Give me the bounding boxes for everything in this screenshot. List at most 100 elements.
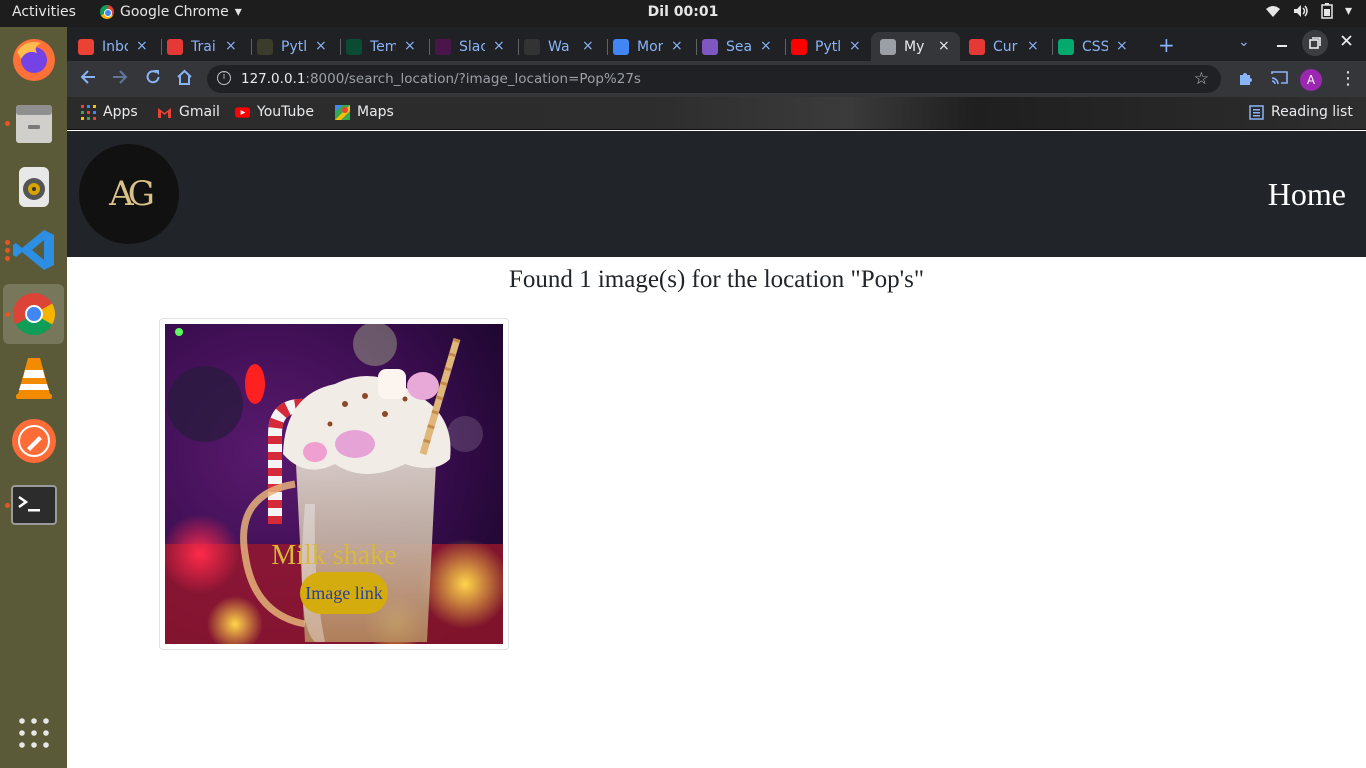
bookmark-star-icon[interactable]: ☆	[1194, 69, 1209, 89]
python-icon	[257, 38, 273, 55]
bookmark-label: Gmail	[179, 104, 220, 120]
django-icon	[346, 38, 362, 55]
running-indicator	[5, 312, 10, 317]
dock-rhythmbox[interactable]	[3, 157, 64, 217]
browser-tab[interactable]: Sea ×	[702, 32, 782, 61]
web-page: AG Home Found 1 image(s) for the locatio…	[67, 131, 1366, 768]
bookmark-label: Apps	[103, 104, 138, 120]
vlc-icon	[15, 358, 52, 399]
chevron-down-icon: ▾	[1344, 3, 1352, 19]
dock-vscode[interactable]	[3, 220, 64, 280]
cast-icon	[1271, 71, 1288, 85]
tab-title: My	[904, 38, 925, 55]
browser-tab[interactable]: Mon ×	[613, 32, 693, 61]
browser-menu-button[interactable]: ⋮	[1339, 68, 1357, 89]
dock-vlc[interactable]	[3, 347, 64, 407]
tab-close-icon[interactable]: ×	[225, 38, 237, 54]
bookmark-label: YouTube	[257, 104, 314, 120]
dock-postman[interactable]	[3, 411, 64, 471]
tab-separator	[340, 39, 341, 55]
bookmark-youtube[interactable]: YouTube	[235, 104, 314, 120]
forward-button[interactable]	[112, 69, 128, 89]
maps-icon	[335, 104, 350, 120]
browser-tab[interactable]: Trai ×	[167, 32, 247, 61]
gmail-icon	[158, 107, 171, 118]
apps-grid-icon	[81, 104, 96, 120]
show-applications-button[interactable]	[3, 703, 64, 763]
tab-close-icon[interactable]: ×	[315, 38, 327, 54]
reading-list-button[interactable]: Reading list	[1249, 104, 1353, 120]
dock-firefox[interactable]	[3, 30, 64, 90]
site-info-icon[interactable]: i	[217, 71, 231, 85]
browser-tab[interactable]: Wa ×	[524, 32, 604, 61]
url-path: :8000/search_location/?image_location=Po…	[305, 71, 641, 87]
browser-tab[interactable]: Tem ×	[346, 32, 426, 61]
nav-home-link[interactable]: Home	[1268, 176, 1346, 213]
tab-separator	[1052, 39, 1053, 55]
new-tab-button[interactable]: +	[1158, 33, 1175, 57]
image-link-button[interactable]: Image link	[300, 572, 388, 614]
url-host: 127.0.0.1	[241, 71, 306, 87]
tab-title: Mon	[637, 38, 663, 55]
browser-tab[interactable]: CSS ×	[1058, 32, 1138, 61]
browser-tab[interactable]: Pytl ×	[257, 32, 337, 61]
globe-icon	[880, 38, 896, 55]
system-tray[interactable]: ▾	[1265, 3, 1352, 19]
tab-title: Pytl	[815, 38, 841, 55]
close-window-button[interactable]	[1341, 34, 1352, 50]
site-logo[interactable]: AG	[79, 144, 179, 244]
minimize-icon	[1277, 45, 1287, 47]
back-arrow-icon	[80, 70, 95, 84]
browser-tab[interactable]: Pytl ×	[791, 32, 871, 61]
tab-separator	[785, 39, 786, 55]
restore-button[interactable]	[1302, 30, 1328, 56]
tab-title: Trai	[191, 38, 216, 55]
browser-tab[interactable]: My ×	[871, 32, 960, 61]
minimize-button[interactable]	[1277, 33, 1287, 51]
browser-tab[interactable]: Slac ×	[435, 32, 515, 61]
bookmark-gmail[interactable]: Gmail	[157, 104, 220, 120]
tab-close-icon[interactable]: ×	[1027, 38, 1039, 54]
tab-close-icon[interactable]: ×	[1116, 38, 1128, 54]
reload-button[interactable]	[145, 69, 161, 89]
back-button[interactable]	[80, 69, 96, 89]
running-indicator	[5, 256, 10, 261]
puzzle-icon	[1240, 73, 1252, 85]
trailhead-icon	[167, 38, 183, 55]
cast-button[interactable]	[1271, 70, 1288, 89]
tab-separator	[251, 39, 252, 55]
clock[interactable]: Dil 00:01	[0, 4, 1366, 20]
tab-search-chevron-icon[interactable]: ⌄	[1238, 34, 1250, 50]
tab-close-icon[interactable]: ×	[582, 38, 594, 54]
tab-close-icon[interactable]: ×	[938, 38, 950, 54]
tab-separator	[696, 39, 697, 55]
postman-icon	[11, 419, 56, 463]
tab-close-icon[interactable]: ×	[136, 38, 148, 54]
home-button[interactable]	[176, 69, 193, 89]
gmail-icon	[78, 38, 94, 55]
tab-close-icon[interactable]: ×	[493, 38, 505, 54]
battery-icon	[1321, 3, 1333, 19]
volume-icon	[1293, 5, 1308, 17]
url-text: 127.0.0.1:8000/search_location/?image_lo…	[241, 71, 641, 87]
browser-tab[interactable]: Cur ×	[969, 32, 1049, 61]
reading-list-icon	[1249, 104, 1264, 120]
dock-files[interactable]	[3, 93, 64, 153]
running-indicator	[5, 121, 10, 126]
dock-terminal[interactable]	[3, 475, 64, 535]
tab-close-icon[interactable]: ×	[760, 38, 772, 54]
calendar-icon	[613, 38, 629, 55]
tab-separator	[518, 39, 519, 55]
tab-close-icon[interactable]: ×	[404, 38, 416, 54]
tab-close-icon[interactable]: ×	[849, 38, 861, 54]
rhythmbox-icon	[18, 167, 49, 207]
profile-avatar[interactable]: A	[1300, 69, 1322, 91]
browser-tab[interactable]: Inbo ×	[78, 32, 158, 61]
dock-chrome[interactable]	[3, 284, 64, 344]
bookmark-maps[interactable]: Maps	[335, 104, 394, 120]
extensions-button[interactable]	[1238, 70, 1254, 90]
tab-close-icon[interactable]: ×	[671, 38, 683, 54]
tab-title: Inbo	[102, 38, 128, 55]
address-bar[interactable]: i 127.0.0.1:8000/search_location/?image_…	[207, 65, 1221, 93]
bookmark-apps[interactable]: Apps	[81, 104, 138, 120]
